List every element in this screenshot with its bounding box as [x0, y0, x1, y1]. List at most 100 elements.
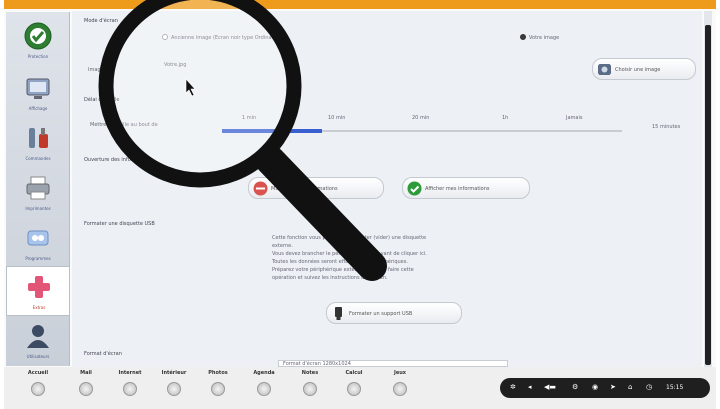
plus-icon: [28, 276, 50, 298]
show-info-label: Afficher mes informations: [425, 186, 490, 192]
sidebar-item-label: Protection: [27, 54, 49, 59]
file-label: Image: [88, 67, 104, 73]
settings-icon[interactable]: ⚙: [572, 383, 578, 391]
taskbar-item-internet[interactable]: Internet: [110, 370, 150, 396]
calendar-icon: [257, 382, 271, 396]
shield-check-icon: [24, 22, 52, 50]
show-info-button[interactable]: Afficher mes informations: [402, 177, 530, 199]
sidebar-item-imprimantes[interactable]: Imprimantes: [6, 168, 70, 218]
delay-tick: 10 min: [328, 115, 346, 121]
taskbar-item-label: Jeux: [393, 370, 407, 376]
sidebar-item-affichage[interactable]: Affichage: [6, 68, 70, 118]
sidebar-item-label: Extras: [32, 305, 46, 310]
trash-icon[interactable]: ⌂: [628, 383, 632, 391]
info-section-label: Ouverture des informations: [84, 157, 153, 163]
title-bar: [4, 0, 716, 9]
usb-description-line: Toutes les données seront effacées des p…: [272, 259, 408, 265]
taskbar-item-accueil[interactable]: Accueil: [18, 370, 58, 396]
taskbar-item-label: Mail: [80, 370, 92, 376]
home-icon: [31, 382, 45, 396]
format-usb-label: Formater un support USB: [349, 311, 413, 317]
hide-icon: [253, 181, 268, 196]
notes-icon: [303, 382, 317, 396]
calculator-icon: [347, 382, 361, 396]
mail-icon: [79, 382, 93, 396]
radio-ancienne-image[interactable]: [162, 34, 168, 40]
scrollbar[interactable]: [704, 11, 712, 367]
radio-votre-image[interactable]: [520, 34, 526, 40]
globe-icon: [123, 382, 137, 396]
photo-icon: [211, 382, 225, 396]
sidebar-item-label: Programmes: [25, 256, 51, 261]
printer-icon: [26, 176, 50, 200]
delay-slider-fill[interactable]: [222, 129, 322, 133]
radio-votre-image-label: Votre image: [529, 35, 560, 41]
clock-icon: ◷: [646, 383, 653, 391]
sidebar-item-label: Imprimantes: [25, 206, 51, 211]
sidebar-item-commandes[interactable]: Commandes: [6, 118, 70, 168]
file-value: Votre.jpg: [164, 62, 187, 68]
delay-value: 15 minutes: [652, 124, 681, 130]
sidebar-item-extras[interactable]: Extras: [6, 266, 70, 316]
taskbar-item-notes[interactable]: Notes: [290, 370, 330, 396]
display-icon: [26, 78, 50, 99]
wifi-icon[interactable]: ◂: [528, 383, 532, 391]
sidebar-item-programmes[interactable]: Programmes: [6, 218, 70, 268]
format-usb-button[interactable]: Formater un support USB: [326, 302, 462, 324]
mode-section-label: Mode d'écran: [84, 18, 118, 24]
taskbar-item-agenda[interactable]: Agenda: [244, 370, 284, 396]
taskbar-item-label: Accueil: [27, 370, 49, 376]
usb-description-line: externe.: [272, 243, 293, 249]
sidebar-item-label: Utilisateurs: [26, 354, 50, 359]
taskbar-item-label: Photos: [208, 370, 228, 376]
sidebar-item-utilisateurs[interactable]: Utilisateurs: [6, 316, 70, 366]
volume-icon[interactable]: ◀▬: [544, 383, 556, 391]
network-icon[interactable]: ✲: [510, 383, 516, 391]
sidebar-item-label: Commandes: [25, 156, 51, 161]
games-icon: [393, 382, 407, 396]
delay-slider[interactable]: [222, 129, 622, 133]
sidebar-item-label: Affichage: [28, 106, 48, 111]
delay-section-label: Délai de veille: [84, 97, 120, 103]
usb-description-line: Cette fonction vous permet de formater (…: [272, 235, 427, 241]
taskbar-item-label: Notes: [301, 370, 319, 376]
taskbar-item-interieur[interactable]: Intérieur: [154, 370, 194, 396]
usb-icon: [335, 307, 342, 320]
taskbar-item-mail[interactable]: Mail: [66, 370, 106, 396]
checkmark-icon: [407, 181, 422, 196]
usb-description-line: Vous devez brancher le périphérique USB …: [272, 251, 427, 257]
windows-icon: [27, 230, 49, 246]
choose-image-button[interactable]: Choisir une image: [592, 58, 696, 80]
sidebar-item-protection[interactable]: Protection: [6, 16, 70, 66]
user-icon: [27, 325, 49, 348]
taskbar-item-label: Internet: [118, 370, 142, 376]
folder-icon: [167, 382, 181, 396]
format-select[interactable]: Format d'écran 1280x1024: [278, 360, 508, 367]
delay-tick: 20 min: [412, 115, 430, 121]
scrollbar-thumb[interactable]: [705, 25, 711, 365]
delay-row-label: Mettre en veille au bout de: [90, 122, 158, 128]
hide-info-button[interactable]: Masquer mes informations: [248, 177, 384, 199]
usb-description-line: opération et suivez les instructions de …: [272, 275, 388, 281]
taskbar-item-label: Intérieur: [161, 370, 187, 376]
taskbar-item-photos[interactable]: Photos: [198, 370, 238, 396]
taskbar-item-jeux[interactable]: Jeux: [380, 370, 420, 396]
delay-tick: Jamais: [566, 115, 583, 121]
delay-tick: 1 min: [242, 115, 257, 121]
sidebar: Protection Affichage Commandes Imprimant…: [6, 12, 70, 366]
taskbar-item-label: Calcul: [345, 370, 363, 376]
usb-description-line: Préparez votre périphérique externe avan…: [272, 267, 414, 273]
taskbar: Accueil Mail Internet Intérieur Photos A…: [4, 367, 716, 409]
radio-ancienne-image-label: Ancienne image (Ecran noir type Ordinate…: [171, 35, 284, 41]
usb-section-label: Formater une disquette USB: [84, 221, 155, 227]
image-icon: [598, 64, 611, 75]
taskbar-item-calcul[interactable]: Calcul: [334, 370, 374, 396]
system-tray: ✲ ◂ ◀▬ ⚙ ◉ ➤ ⌂ ◷ 15:15: [500, 378, 710, 398]
choose-image-label: Choisir une image: [615, 67, 661, 73]
arrow-icon[interactable]: ➤: [610, 383, 616, 391]
clock: 15:15: [666, 384, 684, 391]
hide-info-label: Masquer mes informations: [271, 186, 338, 192]
format-section-label: Format d'écran: [84, 351, 122, 357]
power-icon[interactable]: ◉: [592, 383, 598, 391]
settings-panel: Mode d'écran Ancienne image (Ecran noir …: [72, 11, 702, 367]
